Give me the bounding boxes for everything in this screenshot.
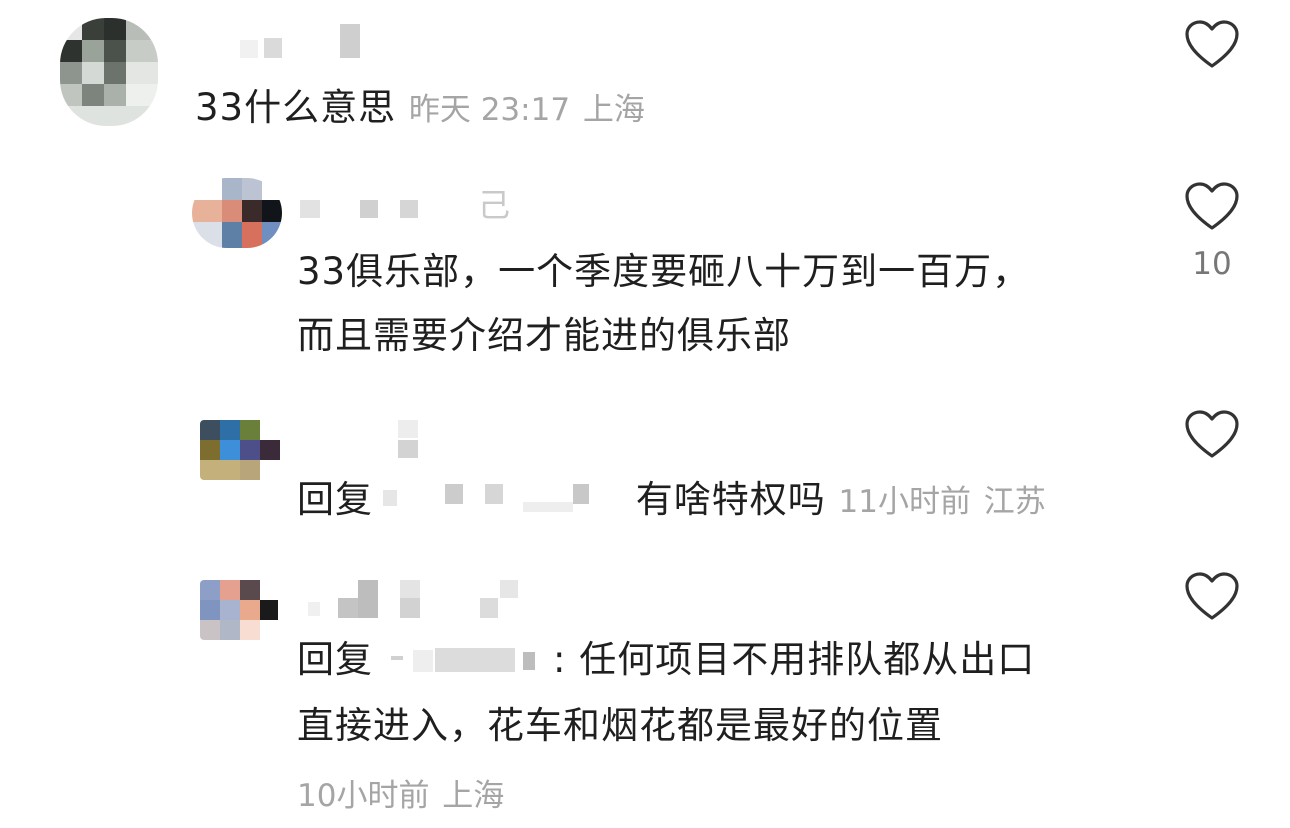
like-button[interactable] — [1184, 20, 1240, 70]
username-fragment: 己 — [478, 186, 511, 224]
reply-body-line-1: : 任何项目不用排队都从出口 — [553, 638, 1036, 681]
comment-time: 11小时前 — [838, 484, 971, 520]
avatar[interactable] — [200, 420, 280, 480]
like-count: 10 — [1192, 246, 1232, 282]
like-button[interactable] — [1184, 572, 1240, 622]
heart-outline-icon — [1185, 410, 1239, 458]
username-blurred[interactable] — [300, 578, 530, 622]
comment-time: 10小时前 — [297, 778, 430, 814]
reply-meta: 10小时前 上海 — [297, 762, 504, 828]
comment-body: 33什么意思 — [195, 86, 397, 129]
avatar[interactable] — [60, 18, 158, 126]
mention-blurred[interactable] — [373, 478, 623, 518]
reply-prefix: 回复 — [297, 478, 373, 521]
comment-1: 33什么意思 昨天 23:17 上海 — [0, 0, 1290, 150]
heart-outline-icon — [1185, 20, 1239, 68]
heart-outline-icon — [1185, 572, 1239, 620]
avatar[interactable] — [200, 580, 278, 640]
username-blurred[interactable]: 己 — [298, 180, 518, 224]
comment-3: 回复 有啥特权吗 11小时前 江苏 — [0, 400, 1290, 550]
comment-location: 上海 — [582, 92, 645, 128]
username-blurred[interactable] — [398, 418, 428, 462]
reply-body-line-2: 直接进入，花车和烟花都是最好的位置 — [297, 704, 943, 747]
mention-blurred[interactable] — [373, 638, 553, 678]
like-button[interactable] — [1184, 182, 1240, 232]
comment-location: 上海 — [442, 778, 505, 814]
comment-location: 江苏 — [983, 484, 1046, 520]
comment-4: 回复 : 任何项目不用排队都从出口 直接进入，花车和烟花都是最好的位置 10小时… — [0, 560, 1290, 818]
avatar[interactable] — [192, 178, 282, 248]
comment-time: 昨天 23:17 — [408, 92, 571, 128]
username-blurred[interactable] — [240, 22, 370, 62]
heart-outline-icon — [1185, 182, 1239, 230]
comment-text-line-1: 33俱乐部，一个季度要砸八十万到一百万， — [297, 250, 1031, 293]
comment-text-line-2: 而且需要介绍才能进的俱乐部 — [297, 314, 791, 357]
reply-text-line-1: 回复 : 任何项目不用排队都从出口 — [297, 628, 1035, 692]
reply-prefix: 回复 — [297, 638, 373, 681]
comment-2: 己 33俱乐部，一个季度要砸八十万到一百万， 而且需要介绍才能进的俱乐部 10 — [0, 150, 1290, 390]
like-button[interactable] — [1184, 410, 1240, 460]
reply-text: 回复 有啥特权吗 11小时前 江苏 — [297, 468, 1046, 534]
reply-body: 有啥特权吗 — [635, 478, 826, 521]
comment-text: 33什么意思 昨天 23:17 上海 — [195, 76, 645, 142]
